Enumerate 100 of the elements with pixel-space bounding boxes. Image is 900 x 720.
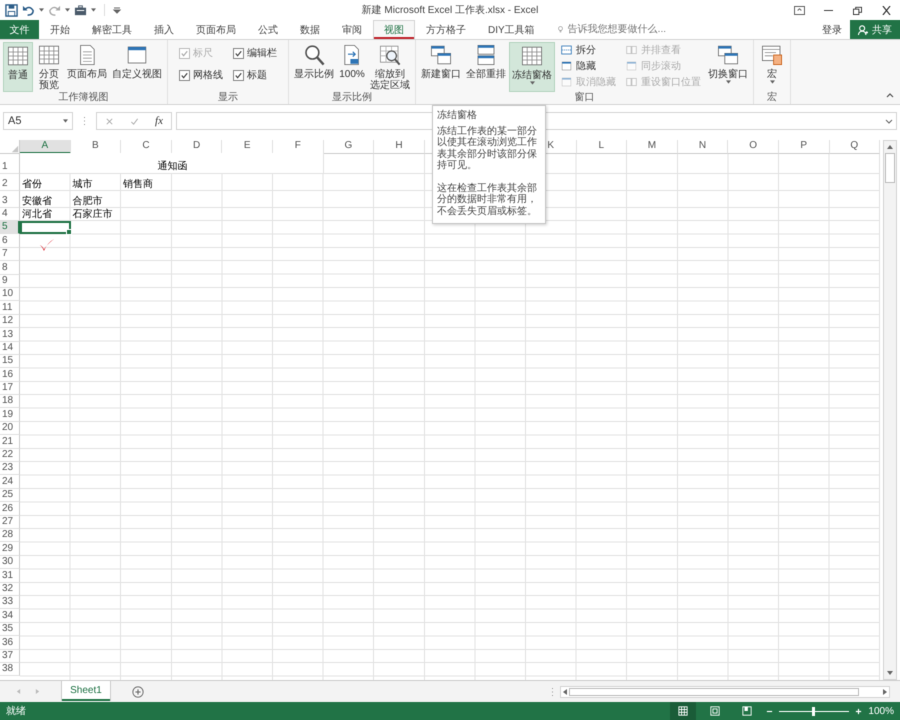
column-header[interactable]: M xyxy=(627,140,678,154)
row-header[interactable]: 35 xyxy=(0,622,20,636)
checkbox-option[interactable]: 标题 xyxy=(233,68,277,82)
row-header[interactable]: 16 xyxy=(0,368,20,382)
ribbon-button[interactable]: 页面布局 xyxy=(65,42,109,92)
restore-icon[interactable] xyxy=(852,6,863,14)
tell-me-field[interactable]: 告诉我您想要做什么... xyxy=(558,20,688,39)
file-tab[interactable]: 文件 xyxy=(0,20,39,39)
check-box[interactable] xyxy=(233,48,244,58)
row-header[interactable]: 10 xyxy=(0,288,20,302)
ribbon-button[interactable]: 冻结窗格 xyxy=(509,42,555,92)
ribbon-button[interactable]: 切换窗口 xyxy=(706,42,750,92)
row-header[interactable]: 7 xyxy=(0,248,20,262)
ribbon-button[interactable]: 新建窗口 xyxy=(419,42,463,92)
ribbon-tab[interactable]: 解密工具 xyxy=(81,20,143,39)
scroll-up-icon[interactable] xyxy=(886,143,894,151)
column-header[interactable]: G xyxy=(324,140,374,154)
customize-icon[interactable] xyxy=(113,6,121,14)
ribbon-tab[interactable]: 插入 xyxy=(143,20,185,39)
column-header[interactable]: L xyxy=(576,140,628,154)
zoom-in-icon[interactable] xyxy=(855,708,862,714)
normal-view-icon[interactable] xyxy=(670,702,696,720)
column-header[interactable]: N xyxy=(678,140,728,154)
row-header[interactable]: 27 xyxy=(0,516,20,529)
ribbon-button[interactable]: 宏 xyxy=(757,42,787,92)
row-header[interactable]: 30 xyxy=(0,556,20,570)
scroll-thumb[interactable] xyxy=(569,688,859,696)
row-header[interactable]: 20 xyxy=(0,422,20,436)
ribbon-button[interactable]: 显示比例 xyxy=(292,42,336,92)
row-header[interactable]: 5 xyxy=(0,221,20,234)
column-header[interactable]: Q xyxy=(830,140,880,154)
ribbon-button[interactable]: 100% xyxy=(337,42,367,92)
ribbon-tab[interactable]: 方方格子 xyxy=(415,20,477,39)
ribbon-tab[interactable]: 开始 xyxy=(39,20,81,39)
ribbon-button[interactable]: 全部重排 xyxy=(464,42,508,92)
sheet-tab[interactable]: Sheet1 xyxy=(62,681,110,701)
ribbon-button[interactable]: 分页 预览 xyxy=(34,42,64,92)
row-header[interactable]: 31 xyxy=(0,569,20,583)
row-header[interactable]: 9 xyxy=(0,274,20,288)
collapse-ribbon-icon[interactable] xyxy=(886,93,894,98)
row-header[interactable]: 15 xyxy=(0,354,20,368)
ribbon-button[interactable]: 自定义视图 xyxy=(110,42,164,92)
ribbon-tab[interactable]: 审阅 xyxy=(331,20,373,39)
row-header[interactable]: 22 xyxy=(0,448,20,462)
ribbon-button[interactable]: 普通 xyxy=(3,42,33,92)
ribbon-tab[interactable]: 页面布局 xyxy=(185,20,247,39)
ribbon-tab[interactable]: 公式 xyxy=(247,20,289,39)
row-header[interactable]: 29 xyxy=(0,542,20,556)
slider-thumb[interactable] xyxy=(812,706,815,716)
briefcase-icon[interactable] xyxy=(74,4,87,16)
ribbon-tab[interactable]: 视图 xyxy=(373,20,415,39)
row-header[interactable]: 37 xyxy=(0,650,20,663)
undo-icon[interactable] xyxy=(22,4,35,16)
row-header[interactable]: 24 xyxy=(0,475,20,489)
row-header[interactable]: 6 xyxy=(0,234,20,248)
row-header[interactable]: 8 xyxy=(0,261,20,275)
zoom-level[interactable]: 100% xyxy=(868,706,894,716)
row-header[interactable]: 17 xyxy=(0,382,20,396)
scroll-right-icon[interactable] xyxy=(881,688,889,696)
horizontal-scrollbar[interactable] xyxy=(560,686,890,698)
row-header[interactable]: 28 xyxy=(0,528,20,542)
name-box[interactable]: A5 xyxy=(3,112,73,130)
add-sheet-icon[interactable] xyxy=(132,686,144,698)
row-header[interactable]: 34 xyxy=(0,609,20,623)
check-box[interactable] xyxy=(233,70,244,80)
share-button[interactable]: 共享 xyxy=(850,20,900,39)
scroll-thumb[interactable] xyxy=(885,153,895,183)
column-header[interactable]: H xyxy=(374,140,425,154)
row-header[interactable]: 23 xyxy=(0,462,20,476)
row-header[interactable]: 33 xyxy=(0,596,20,610)
ribbon-options-icon[interactable] xyxy=(794,6,805,14)
row-header[interactable]: 2 xyxy=(0,174,20,191)
column-header[interactable]: O xyxy=(728,140,779,154)
selected-cell[interactable] xyxy=(20,221,71,234)
sign-in-link[interactable]: 登录 xyxy=(822,20,842,39)
checkbox-option[interactable]: 网格线 xyxy=(179,68,223,82)
expand-icon[interactable] xyxy=(885,118,893,124)
checkbox-option[interactable]: 编辑栏 xyxy=(233,46,277,60)
close-icon[interactable] xyxy=(881,6,892,14)
ribbon-small-button[interactable]: 拆分 xyxy=(560,43,616,57)
row-header[interactable]: 14 xyxy=(0,342,20,355)
column-header[interactable]: A xyxy=(20,140,71,154)
ribbon-button[interactable]: 缩放到 选定区域 xyxy=(368,42,412,92)
row-header[interactable]: 25 xyxy=(0,488,20,502)
row-header[interactable]: 3 xyxy=(0,191,20,208)
row-header[interactable]: 13 xyxy=(0,328,20,342)
ribbon-tab[interactable]: DIY工具箱 xyxy=(477,20,546,39)
row-header[interactable]: 18 xyxy=(0,395,20,408)
insert-function-button[interactable]: fx xyxy=(155,115,163,127)
check-box[interactable] xyxy=(179,70,190,80)
ribbon-tab[interactable]: 数据 xyxy=(289,20,331,39)
row-header[interactable]: 12 xyxy=(0,314,20,328)
row-header[interactable]: 19 xyxy=(0,408,20,422)
row-header[interactable]: 32 xyxy=(0,582,20,596)
row-header[interactable]: 11 xyxy=(0,301,20,315)
vertical-scrollbar[interactable] xyxy=(883,140,897,680)
scroll-down-icon[interactable] xyxy=(886,669,894,677)
row-header[interactable]: 36 xyxy=(0,636,20,650)
row-header[interactable]: 38 xyxy=(0,662,20,676)
row-header[interactable]: 26 xyxy=(0,502,20,516)
